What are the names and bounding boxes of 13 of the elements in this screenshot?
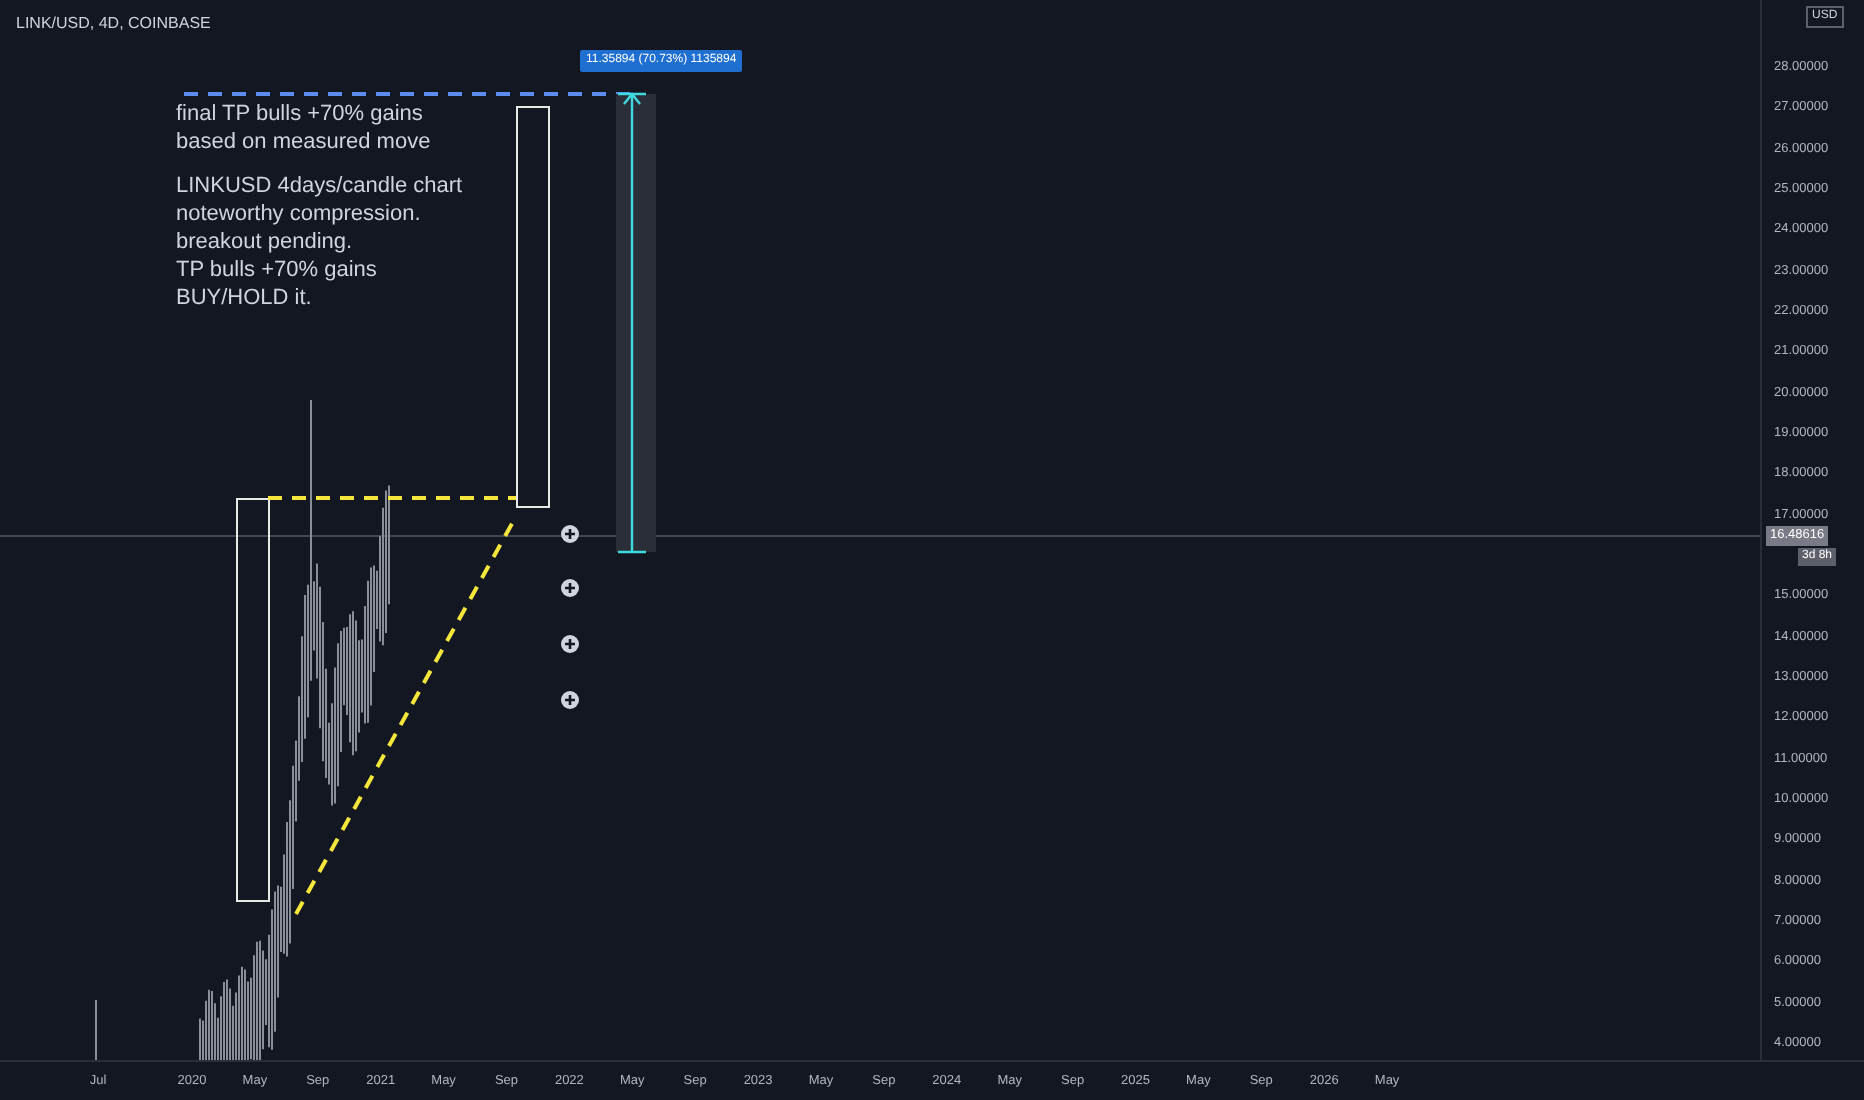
trend-dashed-line[interactable] bbox=[294, 519, 516, 915]
target-rectangle[interactable] bbox=[516, 106, 550, 508]
measure-arrow[interactable] bbox=[616, 92, 648, 554]
range-rectangle[interactable] bbox=[236, 498, 270, 902]
resistance-dashed-line[interactable] bbox=[268, 496, 516, 500]
target-dashed-line[interactable] bbox=[184, 92, 632, 96]
chart-note: LINKUSD 4days/candle chart noteworthy compression. breakout pending. TP bulls +70% gains BUY/HOLD it. bbox=[176, 172, 463, 312]
plus-circle-icon[interactable] bbox=[561, 691, 579, 709]
plus-circle-icon[interactable] bbox=[561, 579, 579, 597]
symbol-title: LINK/USD, 4D, COINBASE bbox=[16, 12, 211, 36]
plus-circle-icon[interactable] bbox=[561, 525, 579, 543]
plus-circle-icon[interactable] bbox=[561, 635, 579, 653]
chart-note: final TP bulls +70% gains based on measured move bbox=[176, 100, 431, 156]
